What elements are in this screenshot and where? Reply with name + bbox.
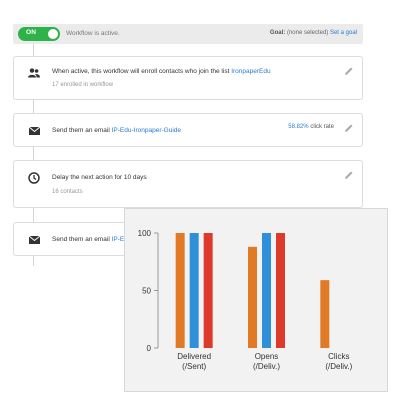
toggle-knob [48,29,58,39]
email-stats-chart: 050100Delivered(/Sent)Opens(/Deliv.)Clic… [138,229,353,371]
x-tick-label: (/Deliv.) [253,362,280,371]
workflow-step-delay[interactable]: Delay the next action for 10 days 16 con… [13,160,363,208]
bar-0-1 [248,246,257,348]
workflow-status-bar: ON Workflow is active. Goal: (none selec… [13,24,363,44]
y-tick-label: 100 [138,229,152,238]
bar-0-0 [175,233,185,348]
workflow-step-email[interactable]: Send them an email IP-Edu-Ironpaper-Guid… [13,113,363,147]
list-link[interactable]: IronpaperEdu [231,68,270,75]
x-tick-label: Opens [255,352,279,361]
y-tick-label: 0 [147,344,152,353]
clock-icon [27,171,41,185]
step-text: Delay the next action for 10 days [52,174,147,181]
set-goal-link[interactable]: Set a goal [330,30,357,36]
enrolled-count: 17 enrolled in workflow [52,82,114,88]
toggle-label: ON [26,29,37,36]
email-icon [27,124,41,138]
x-tick-label: (/Deliv.) [325,362,352,371]
click-rate: 58.82% click rate [288,124,334,130]
goal-value: (none selected) [286,30,329,36]
workflow-toggle[interactable]: ON [18,27,60,41]
edit-pencil-icon[interactable] [344,120,354,132]
x-tick-label: (/Sent) [182,362,206,371]
step-text: Send them an email [52,236,110,243]
email-link[interactable]: IP-Edu-Ironpaper-Guide [112,127,181,134]
contacts-icon [27,66,41,80]
x-tick-label: Clicks [328,352,349,361]
click-rate-label: click rate [310,124,334,130]
edit-pencil-icon[interactable] [344,63,354,75]
step-description: Send them an email IP-Edu-Ironpaper-Guid… [52,127,181,134]
bar-0-2 [320,280,330,348]
goal-area: Goal: (none selected) Set a goal [270,30,357,36]
contacts-count: 16 contacts [52,189,83,195]
bar-1-1 [262,233,271,348]
goal-label: Goal: [269,30,286,36]
x-tick-label: Delivered [177,352,211,361]
click-rate-value[interactable]: 58.82% [288,124,308,130]
step-description: When active, this workflow will enroll c… [52,68,271,75]
email-icon [27,233,41,247]
email-stats-chart-panel: 0 50 100 Delivered (/Sent) Opens (/Deliv.) Clic… [124,208,388,392]
step-description: Send them an email IP-Ed [52,236,128,243]
step-text: Send them an email [52,127,110,134]
workflow-step-enrollment[interactable]: When active, this workflow will enroll c… [13,56,363,100]
bar-2-0 [203,233,213,348]
edit-pencil-icon[interactable] [344,167,354,179]
bar-1-0 [189,233,199,348]
step-text: When active, this workflow will enroll c… [52,68,230,75]
workflow-status-text: Workflow is active. [66,30,120,37]
y-tick-label: 50 [142,287,151,296]
bar-2-1 [276,233,285,348]
